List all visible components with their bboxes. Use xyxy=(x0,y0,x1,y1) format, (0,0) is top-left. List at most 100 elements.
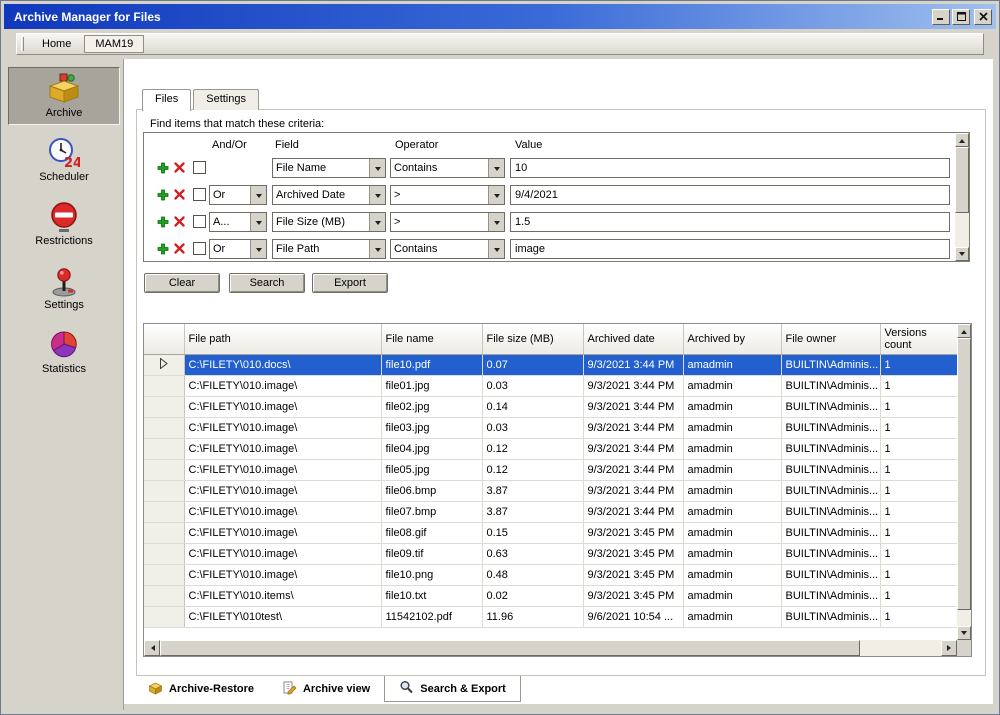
column-header[interactable]: Archived date xyxy=(583,324,683,354)
table-row[interactable]: C:\FILETY\010.image\file01.jpg0.039/3/20… xyxy=(144,375,957,396)
minimize-button[interactable] xyxy=(932,9,950,25)
criteria-scrollbar[interactable] xyxy=(955,133,969,261)
dropdown-arrow-icon[interactable] xyxy=(488,186,504,204)
table-row[interactable]: C:\FILETY\010test\11542102.pdf11.969/6/2… xyxy=(144,606,957,627)
row-selector[interactable] xyxy=(144,564,184,585)
table-row[interactable]: C:\FILETY\010.image\file02.jpg0.149/3/20… xyxy=(144,396,957,417)
table-row[interactable]: C:\FILETY\010.image\file06.bmp3.879/3/20… xyxy=(144,480,957,501)
row-selector[interactable] xyxy=(144,375,184,396)
close-button[interactable] xyxy=(974,9,992,25)
row-selector[interactable] xyxy=(144,606,184,627)
scrollbar-track[interactable] xyxy=(957,338,971,626)
table-row[interactable]: C:\FILETY\010.image\file08.gif0.159/3/20… xyxy=(144,522,957,543)
row-selector[interactable] xyxy=(144,417,184,438)
andor-select[interactable]: A... xyxy=(209,212,267,232)
export-button[interactable]: Export xyxy=(312,273,388,293)
column-header[interactable]: File size (MB) xyxy=(482,324,583,354)
tab-search-export[interactable]: Search & Export xyxy=(384,676,521,702)
sidebar-item-restrictions[interactable]: Restrictions xyxy=(8,195,120,253)
add-criteria-icon[interactable] xyxy=(157,243,169,255)
results-hscrollbar[interactable] xyxy=(144,640,957,656)
column-header[interactable]: Archived by xyxy=(683,324,781,354)
tab-settings[interactable]: Settings xyxy=(193,89,259,110)
column-header[interactable]: File path xyxy=(184,324,381,354)
search-button[interactable]: Search xyxy=(229,273,305,293)
tab-files[interactable]: Files xyxy=(142,89,191,111)
sidebar-item-archive[interactable]: Archive xyxy=(8,67,120,125)
remove-criteria-icon[interactable] xyxy=(174,162,186,174)
dropdown-arrow-icon[interactable] xyxy=(369,240,385,258)
criteria-checkbox[interactable] xyxy=(193,161,206,174)
scroll-right-icon[interactable] xyxy=(941,640,957,656)
scroll-down-icon[interactable] xyxy=(957,626,971,640)
scrollbar-track[interactable] xyxy=(955,147,969,247)
scrollbar-thumb[interactable] xyxy=(955,147,969,213)
table-row[interactable]: C:\FILETY\010.image\file10.png0.489/3/20… xyxy=(144,564,957,585)
operator-select[interactable]: > xyxy=(390,212,505,232)
clear-button[interactable]: Clear xyxy=(144,273,220,293)
sidebar-item-settings[interactable]: Settings xyxy=(8,259,120,317)
dropdown-arrow-icon[interactable] xyxy=(250,240,266,258)
add-criteria-icon[interactable] xyxy=(157,216,169,228)
criteria-value-input[interactable] xyxy=(510,239,950,259)
scroll-left-icon[interactable] xyxy=(144,640,160,656)
field-select[interactable]: Archived Date xyxy=(272,185,386,205)
table-row[interactable]: C:\FILETY\010.image\file05.jpg0.129/3/20… xyxy=(144,459,957,480)
table-row[interactable]: C:\FILETY\010.image\file04.jpg0.129/3/20… xyxy=(144,438,957,459)
dropdown-arrow-icon[interactable] xyxy=(369,213,385,231)
andor-select[interactable]: Or xyxy=(209,239,267,259)
row-selector[interactable] xyxy=(144,585,184,606)
sidebar-item-scheduler[interactable]: 24Scheduler xyxy=(8,131,120,189)
table-row[interactable]: C:\FILETY\010.docs\file10.pdf0.079/3/202… xyxy=(144,354,957,375)
operator-select[interactable]: > xyxy=(390,185,505,205)
scroll-up-icon[interactable] xyxy=(957,324,971,338)
field-select[interactable]: File Size (MB) xyxy=(272,212,386,232)
table-row[interactable]: C:\FILETY\010.image\file09.tif0.639/3/20… xyxy=(144,543,957,564)
scroll-down-icon[interactable] xyxy=(955,247,969,261)
dropdown-arrow-icon[interactable] xyxy=(250,213,266,231)
column-header[interactable]: File name xyxy=(381,324,482,354)
add-criteria-icon[interactable] xyxy=(157,162,169,174)
row-selector[interactable] xyxy=(144,543,184,564)
criteria-checkbox[interactable] xyxy=(193,242,206,255)
criteria-value-input[interactable] xyxy=(510,158,950,178)
criteria-checkbox[interactable] xyxy=(193,188,206,201)
scrollbar-thumb[interactable] xyxy=(160,640,860,656)
column-header[interactable]: File owner xyxy=(781,324,880,354)
tab-archive-view[interactable]: Archive view xyxy=(268,676,384,702)
home-button[interactable]: Home xyxy=(31,35,82,53)
add-criteria-icon[interactable] xyxy=(157,189,169,201)
operator-select[interactable]: Contains xyxy=(390,158,505,178)
dropdown-arrow-icon[interactable] xyxy=(488,240,504,258)
toolbar-grip-icon[interactable] xyxy=(21,37,24,51)
dropdown-arrow-icon[interactable] xyxy=(488,159,504,177)
table-row[interactable]: C:\FILETY\010.image\file07.bmp3.879/3/20… xyxy=(144,501,957,522)
criteria-value-input[interactable] xyxy=(510,212,950,232)
dropdown-arrow-icon[interactable] xyxy=(250,186,266,204)
maximize-button[interactable] xyxy=(952,9,970,25)
field-select[interactable]: File Path xyxy=(272,239,386,259)
remove-criteria-icon[interactable] xyxy=(174,189,186,201)
sidebar-item-statistics[interactable]: Statistics xyxy=(8,323,120,381)
scrollbar-thumb[interactable] xyxy=(957,338,971,610)
dropdown-arrow-icon[interactable] xyxy=(369,159,385,177)
operator-select[interactable]: Contains xyxy=(390,239,505,259)
mam19-button[interactable]: MAM19 xyxy=(84,35,144,53)
scrollbar-track[interactable] xyxy=(160,640,941,656)
remove-criteria-icon[interactable] xyxy=(174,216,186,228)
row-selector[interactable] xyxy=(144,480,184,501)
criteria-checkbox[interactable] xyxy=(193,215,206,228)
dropdown-arrow-icon[interactable] xyxy=(369,186,385,204)
row-selector[interactable] xyxy=(144,522,184,543)
row-selector[interactable] xyxy=(144,438,184,459)
column-header[interactable]: Versions count xyxy=(880,324,957,354)
criteria-value-input[interactable] xyxy=(510,185,950,205)
row-selector[interactable] xyxy=(144,396,184,417)
field-select[interactable]: File Name xyxy=(272,158,386,178)
tab-archive-restore[interactable]: Archive-Restore xyxy=(134,676,268,702)
row-selector[interactable] xyxy=(144,354,184,375)
results-vscrollbar[interactable] xyxy=(957,324,971,640)
row-selector[interactable] xyxy=(144,501,184,522)
dropdown-arrow-icon[interactable] xyxy=(488,213,504,231)
row-selector[interactable] xyxy=(144,459,184,480)
